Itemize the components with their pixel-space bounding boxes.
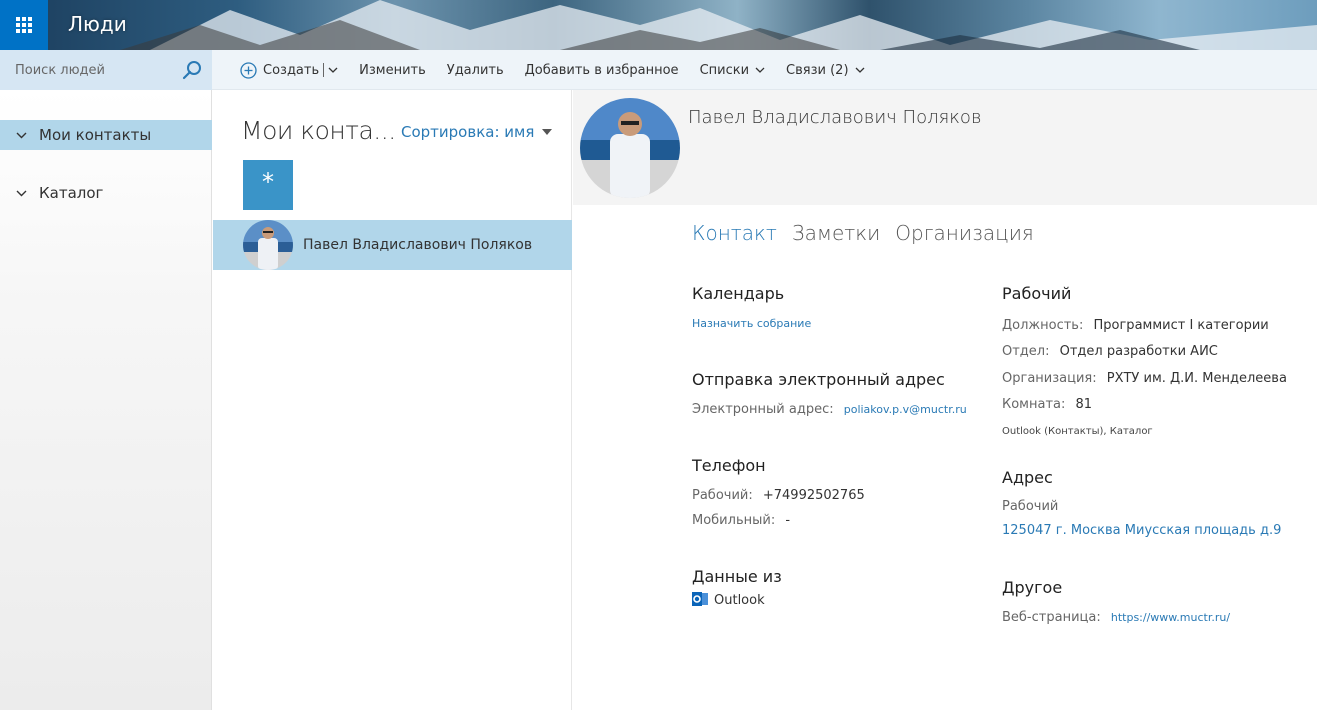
source-row: Outlook: [692, 591, 765, 608]
other-section-title: Другое: [1002, 578, 1063, 597]
contact-list-pane: Мои конта... Сортировка: имя * Павел Вла…: [213, 90, 572, 710]
nav-item-catalog[interactable]: Каталог: [0, 178, 212, 208]
source-value: Outlook: [714, 593, 765, 608]
contact-detail-header: Павел Владиславович Поляков: [573, 90, 1317, 205]
sort-dropdown[interactable]: Сортировка: имя: [401, 123, 553, 141]
chevron-down-icon: [755, 67, 765, 73]
nav-item-label: Каталог: [39, 184, 104, 202]
chevron-down-icon[interactable]: [328, 67, 338, 73]
outlook-icon: [692, 592, 708, 606]
plus-circle-icon: [240, 61, 257, 79]
address-type: Рабочий: [1002, 499, 1059, 514]
work-phone-value[interactable]: +74992502765: [763, 488, 865, 503]
organization-value: РХТУ им. Д.И. Менделеева: [1106, 371, 1287, 386]
app-title: Люди: [68, 12, 127, 36]
mobile-phone-row: Мобильный: -: [692, 513, 790, 528]
search-input[interactable]: [15, 62, 175, 78]
avatar: [243, 220, 293, 270]
work-section-title: Рабочий: [1002, 284, 1072, 303]
email-label: Электронный адрес:: [692, 402, 834, 417]
list-title: Мои конта...: [241, 116, 396, 145]
organization-row: Организация: РХТУ им. Д.И. Менделеева: [1002, 371, 1287, 386]
schedule-meeting-link[interactable]: Назначить собрание: [692, 317, 811, 330]
address-section-title: Адрес: [1002, 468, 1053, 487]
contact-full-name: Павел Владиславович Поляков: [688, 107, 982, 128]
chevron-down-icon: [855, 67, 864, 73]
command-bar: Создать Изменить Удалить Добавить в избр…: [0, 50, 1317, 90]
create-button[interactable]: Создать: [240, 61, 338, 79]
webpage-label: Веб-страница:: [1002, 610, 1101, 625]
search-icon[interactable]: [182, 60, 202, 80]
split-divider: [323, 63, 325, 77]
nav-item-label: Мои контакты: [39, 126, 152, 144]
calendar-section-title: Календарь: [692, 284, 785, 303]
tab-notes[interactable]: Заметки: [792, 221, 880, 245]
mobile-phone-label: Мобильный:: [692, 513, 776, 528]
webpage-link[interactable]: https://www.muctr.ru/: [1111, 611, 1230, 624]
chevron-down-icon: [16, 190, 27, 196]
sort-label: Сортировка: имя: [401, 123, 535, 141]
address-link[interactable]: 125047 г. Москва Миусская площадь д.9: [1002, 523, 1281, 538]
chevron-down-icon: [16, 132, 27, 138]
waffle-icon: [16, 17, 32, 33]
email-section-title: Отправка электронный адрес: [692, 370, 945, 389]
room-value: 81: [1075, 397, 1093, 412]
detail-tabs: Контакт Заметки Организация: [692, 221, 1049, 245]
nav-item-my-contacts[interactable]: Мои контакты: [0, 120, 212, 150]
work-sources: Outlook (Контакты), Каталог: [1002, 426, 1153, 437]
search-box: [0, 50, 212, 90]
work-phone-label: Рабочий:: [692, 488, 753, 503]
links-label: Связи (2): [786, 62, 849, 78]
edit-button[interactable]: Изменить: [359, 63, 426, 78]
room-row: Комната: 81: [1002, 397, 1092, 412]
phone-section-title: Телефон: [692, 456, 766, 475]
contact-photo: [580, 98, 680, 198]
room-label: Комната:: [1002, 397, 1066, 412]
header-background-image: [120, 0, 1317, 50]
delete-button[interactable]: Удалить: [447, 63, 504, 78]
organization-label: Организация:: [1002, 371, 1097, 386]
app-header: Люди: [0, 0, 1317, 50]
department-row: Отдел: Отдел разработки АИС: [1002, 344, 1218, 359]
department-label: Отдел:: [1002, 344, 1050, 359]
position-value: Программист I категории: [1093, 318, 1269, 333]
email-link[interactable]: poliakov.p.v@muctr.ru: [844, 403, 967, 416]
department-value: Отдел разработки АИС: [1059, 344, 1218, 359]
left-navigation: Мои контакты Каталог: [0, 90, 212, 710]
work-phone-row: Рабочий: +74992502765: [692, 488, 865, 503]
contact-list-item[interactable]: Павел Владиславович Поляков: [213, 220, 572, 270]
lists-label: Списки: [699, 62, 750, 78]
tab-contact[interactable]: Контакт: [692, 221, 777, 245]
create-label: Создать: [263, 62, 320, 78]
webpage-row: Веб-страница: https://www.muctr.ru/: [1002, 610, 1230, 625]
mobile-phone-value: -: [785, 513, 791, 528]
position-row: Должность: Программист I категории: [1002, 318, 1269, 333]
app-launcher-button[interactable]: [0, 0, 48, 50]
add-to-favorites-button[interactable]: Добавить в избранное: [525, 63, 679, 78]
source-section-title: Данные из: [692, 567, 782, 586]
contact-name: Павел Владиславович Поляков: [303, 237, 533, 253]
email-row: Электронный адрес: poliakov.p.v@muctr.ru: [692, 402, 967, 417]
tab-organization[interactable]: Организация: [895, 221, 1033, 245]
lists-button[interactable]: Списки: [700, 63, 765, 78]
position-label: Должность:: [1002, 318, 1084, 333]
caret-down-icon: [542, 129, 553, 135]
favorites-tile[interactable]: *: [243, 160, 293, 210]
links-button[interactable]: Связи (2): [786, 63, 864, 78]
